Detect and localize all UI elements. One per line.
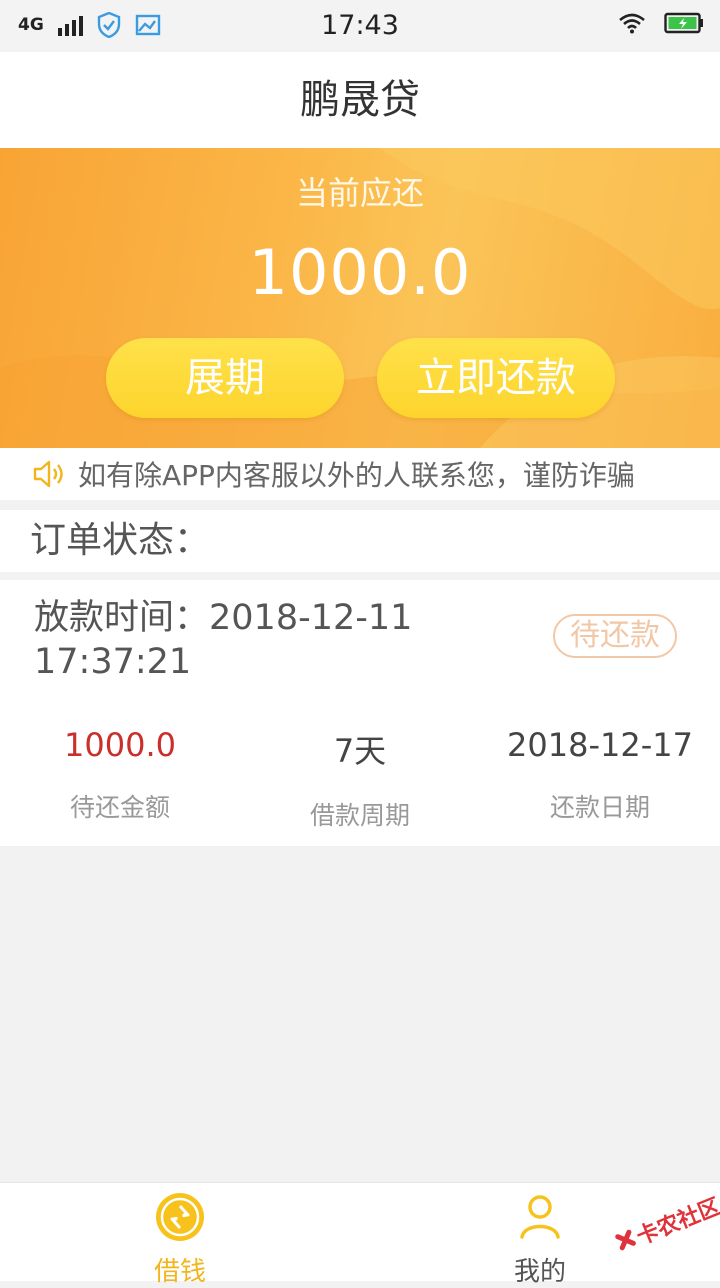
- user-icon: [520, 1195, 560, 1239]
- amount-due-value: 1000.0: [64, 726, 176, 764]
- coin-icon: [156, 1193, 204, 1241]
- tab-borrow[interactable]: 借钱: [120, 1191, 240, 1288]
- order-card[interactable]: 放款时间：2018-12-11 17:37:21 待还款 1000.0 待还金额…: [0, 580, 720, 846]
- loan-period-label: 借款周期: [309, 801, 410, 830]
- status-bar: 4G 17:43: [0, 0, 720, 52]
- clock: 17:43: [321, 10, 399, 41]
- order-status-heading: 订单状态：: [0, 510, 720, 572]
- repay-date-value: 2018-12-17: [507, 726, 693, 764]
- notice-text: 如有除APP内客服以外的人联系您，谨防诈骗: [78, 459, 635, 492]
- extend-button[interactable]: 展期: [106, 338, 344, 418]
- battery-icon: [664, 12, 703, 34]
- page-title: 鹏晟贷: [0, 52, 720, 148]
- repay-date-label: 还款日期: [549, 793, 650, 822]
- stat-amount-due: 1000.0 待还金额: [0, 726, 240, 824]
- tab-mine[interactable]: 我的: [480, 1191, 600, 1288]
- status-bar-right: [618, 12, 704, 34]
- fraud-notice: 如有除APP内客服以外的人联系您，谨防诈骗: [0, 448, 720, 500]
- loan-time: 放款时间：2018-12-11 17:37:21: [34, 596, 454, 684]
- amount-due-label: 待还金额: [69, 793, 170, 822]
- watermark-logo: 卡农社区: [615, 1193, 720, 1250]
- repay-now-button[interactable]: 立即还款: [377, 338, 615, 418]
- tab-mine-label: 我的: [513, 1257, 566, 1287]
- loan-period-value: 7天: [333, 732, 387, 770]
- status-badge: 待还款: [553, 614, 677, 658]
- wifi-icon: [619, 13, 645, 34]
- due-amount-label: 当前应还: [295, 174, 424, 212]
- tab-borrow-label: 借钱: [153, 1257, 206, 1287]
- repayment-banner: 当前应还 1000.0 展期 立即还款: [0, 148, 720, 448]
- loan-time-label: 放款时间：: [34, 598, 210, 638]
- speaker-icon: [33, 460, 63, 488]
- watermark-text: 卡农社区: [633, 1193, 720, 1250]
- stat-loan-period: 7天 借款周期: [240, 726, 480, 832]
- due-amount: 1000.0: [248, 236, 472, 309]
- stat-repay-date: 2018-12-17 还款日期: [480, 726, 720, 824]
